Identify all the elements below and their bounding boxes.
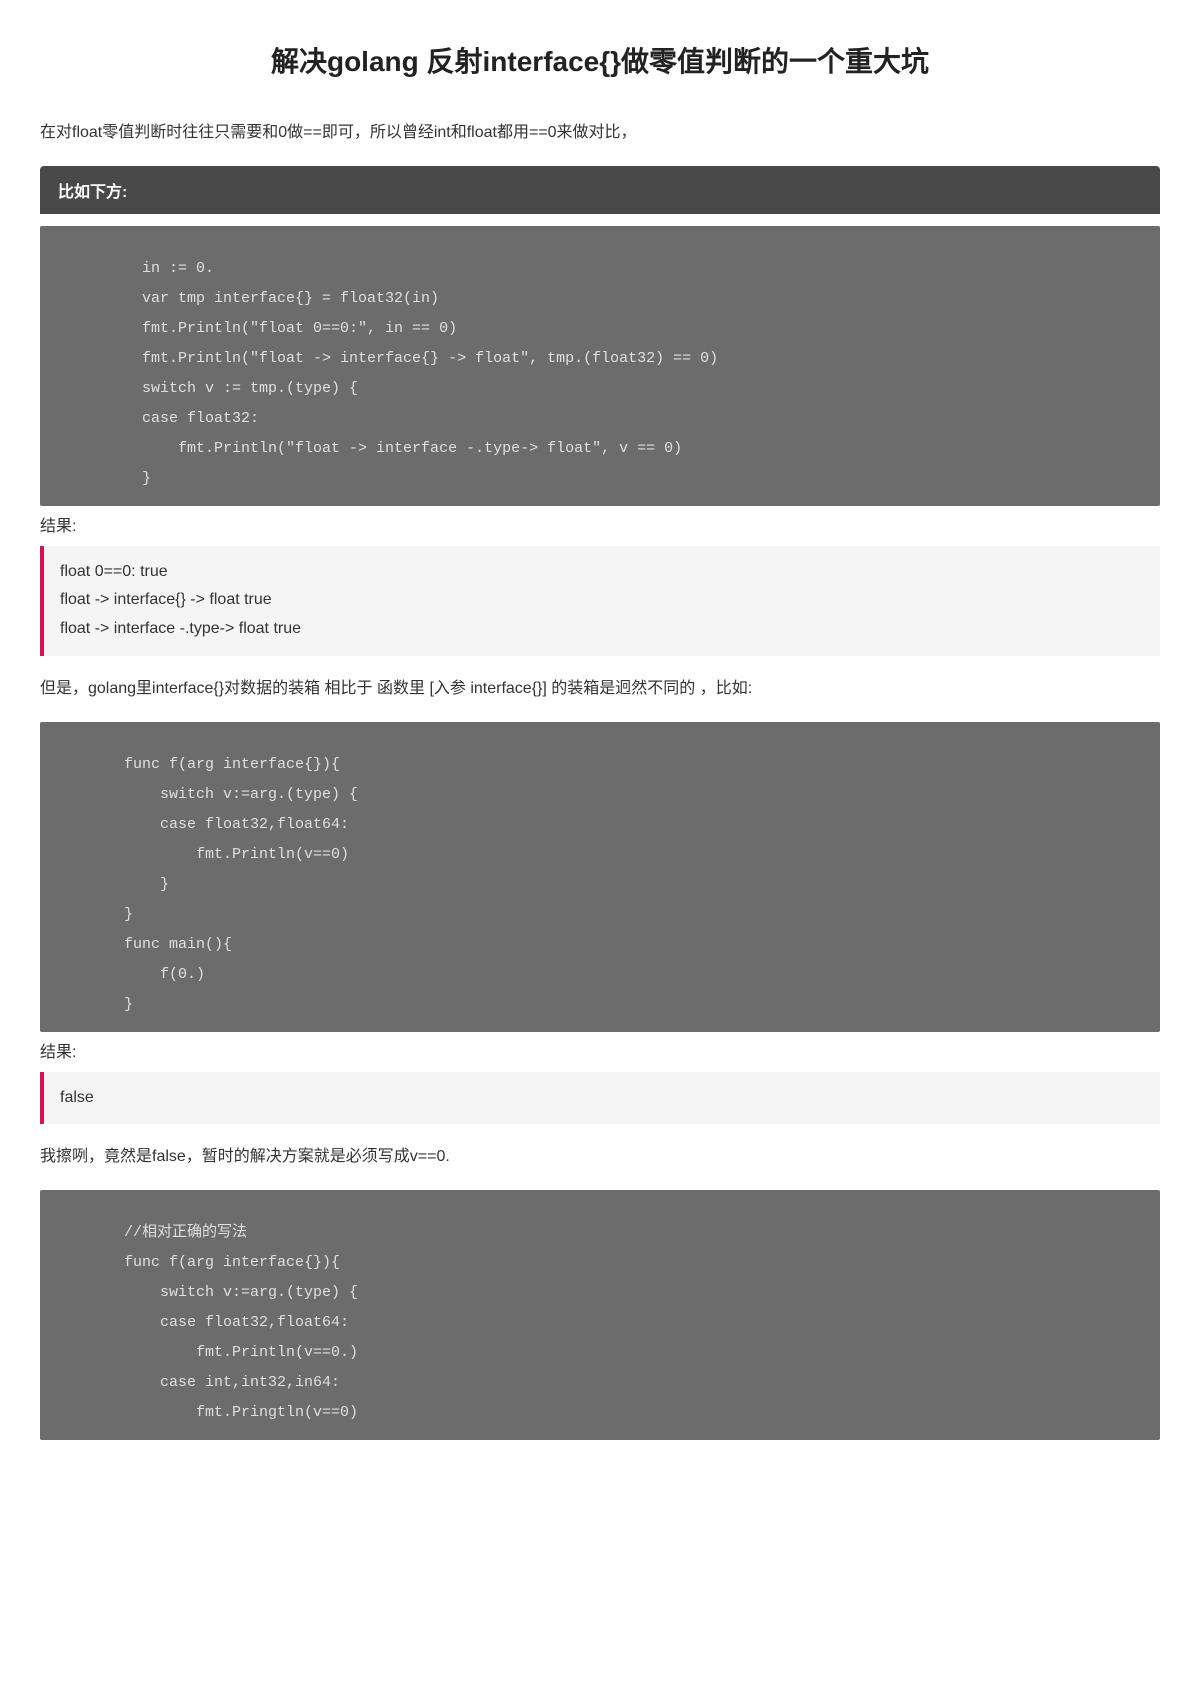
- code-block-1: in := 0. var tmp interface{} = float32(i…: [40, 226, 1160, 506]
- result-quote-1: float 0==0: true float -> interface{} ->…: [40, 546, 1160, 656]
- result-label-1: 结果:: [40, 512, 1160, 536]
- result-label-2: 结果:: [40, 1038, 1160, 1062]
- paragraph-3: 我擦咧，竟然是false，暂时的解决方案就是必须写成v==0.: [40, 1144, 1160, 1170]
- page-title: 解决golang 反射interface{}做零值判断的一个重大坑: [40, 40, 1160, 80]
- paragraph-2: 但是，golang里interface{}对数据的装箱 相比于 函数里 [入参 …: [40, 676, 1160, 702]
- intro-paragraph: 在对float零值判断时往往只需要和0做==即可，所以曾经int和float都用…: [40, 120, 1160, 146]
- section-header-1: 比如下方:: [40, 166, 1160, 214]
- result-quote-2: false: [40, 1072, 1160, 1125]
- code-block-2: func f(arg interface{}){ switch v:=arg.(…: [40, 722, 1160, 1032]
- code-block-3: //相对正确的写法 func f(arg interface{}){ switc…: [40, 1190, 1160, 1440]
